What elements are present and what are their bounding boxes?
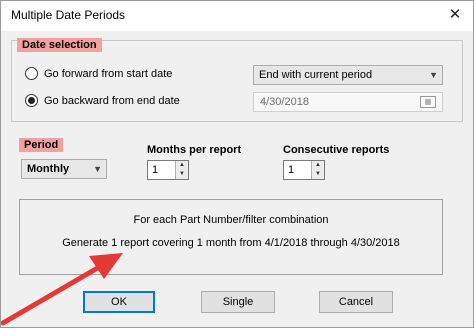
consecutive-reports-label: Consecutive reports bbox=[283, 144, 390, 156]
calendar-icon[interactable]: ▦ bbox=[420, 96, 436, 108]
period-value: Monthly bbox=[27, 163, 70, 175]
summary-box: For each Part Number/filter combination … bbox=[19, 199, 443, 275]
dialog-content: Date selection Go forward from start dat… bbox=[1, 31, 473, 327]
dialog-window: Multiple Date Periods ✕ Date selection G… bbox=[0, 0, 474, 328]
months-spin-buttons[interactable]: ▲ ▼ bbox=[175, 161, 188, 179]
period-label: Period bbox=[19, 138, 64, 152]
cancel-button[interactable]: Cancel bbox=[319, 291, 393, 313]
consecutive-reports-value: 1 bbox=[288, 164, 295, 176]
summary-line-1: For each Part Number/filter combination bbox=[133, 214, 329, 226]
radio-forward-label: Go forward from start date bbox=[44, 67, 173, 80]
months-per-report-stepper[interactable]: 1 ▲ ▼ bbox=[147, 160, 189, 180]
radio-backward-label: Go backward from end date bbox=[44, 94, 180, 107]
window-title: Multiple Date Periods bbox=[11, 8, 126, 22]
spin-down-icon[interactable]: ▼ bbox=[176, 170, 188, 179]
end-date-value: 4/30/2018 bbox=[260, 96, 309, 108]
months-per-report-value: 1 bbox=[152, 164, 159, 176]
forward-period-dropdown[interactable]: End with current period ▼ bbox=[253, 65, 443, 85]
consecutive-spin-buttons[interactable]: ▲ ▼ bbox=[311, 161, 324, 179]
radio-backward-indicator[interactable] bbox=[25, 94, 38, 107]
months-per-report-label: Months per report bbox=[147, 144, 242, 156]
summary-line-2: Generate 1 report covering 1 month from … bbox=[62, 237, 400, 249]
ok-button[interactable]: OK bbox=[83, 291, 155, 313]
end-date-picker[interactable]: 4/30/2018 ▦ bbox=[253, 92, 443, 112]
radio-go-backward[interactable]: Go backward from end date bbox=[25, 94, 180, 107]
chevron-down-icon: ▼ bbox=[93, 164, 102, 174]
spin-up-icon[interactable]: ▲ bbox=[176, 161, 188, 170]
radio-go-forward[interactable]: Go forward from start date bbox=[25, 67, 172, 80]
chevron-down-icon: ▼ bbox=[429, 70, 438, 80]
spin-up-icon[interactable]: ▲ bbox=[312, 161, 324, 170]
date-selection-label: Date selection bbox=[17, 38, 102, 52]
radio-forward-indicator[interactable] bbox=[25, 67, 38, 80]
period-dropdown[interactable]: Monthly ▼ bbox=[21, 159, 107, 179]
spin-down-icon[interactable]: ▼ bbox=[312, 170, 324, 179]
close-button[interactable]: ✕ bbox=[441, 3, 469, 27]
consecutive-reports-stepper[interactable]: 1 ▲ ▼ bbox=[283, 160, 325, 180]
title-bar: Multiple Date Periods ✕ bbox=[1, 1, 473, 31]
forward-period-value: End with current period bbox=[259, 69, 373, 81]
single-button[interactable]: Single bbox=[201, 291, 275, 313]
